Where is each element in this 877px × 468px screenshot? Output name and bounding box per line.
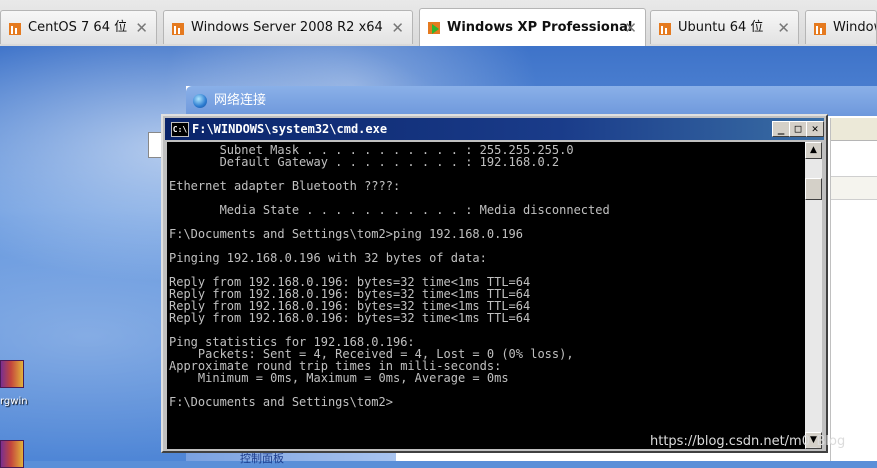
winrar-icon[interactable] [0,360,26,388]
console-line: Default Gateway . . . . . . . . . : 192.… [169,155,560,169]
address-strip [831,176,877,200]
close-button[interactable]: ✕ [806,121,824,137]
close-icon[interactable]: ✕ [391,11,404,45]
cmd-title: F:\WINDOWS\system32\cmd.exe [192,122,388,136]
cmd-window: C:\ F:\WINDOWS\system32\cmd.exe _ □ ✕ Su… [161,114,828,453]
scroll-thumb[interactable] [805,178,822,200]
tab-ubuntu[interactable]: Ubuntu 64 位 ✕ [650,10,799,44]
tab-label: Window [833,20,876,35]
close-icon[interactable]: ✕ [624,9,637,47]
tab-windows-server[interactable]: Windows Server 2008 R2 x64 ✕ [163,10,413,44]
vm-icon [659,23,671,35]
console-icon: C:\ [171,122,189,137]
winrar-icon[interactable] [0,440,26,468]
vm-icon [9,23,21,35]
close-icon[interactable]: ✕ [777,11,790,45]
console-line: Media State . . . . . . . . . . . : Medi… [169,203,610,217]
minimize-button[interactable]: _ [772,121,790,137]
tab-centos[interactable]: CentOS 7 64 位 ✕ [0,10,157,44]
maximize-button[interactable]: □ [789,121,807,137]
window-titlebar[interactable]: 网络连接 [186,86,877,116]
console-line: F:\Documents and Settings\tom2>ping 192.… [169,227,524,241]
watermark: https://blog.csdn.net/m0_Blog [650,434,846,449]
vm-icon [814,23,826,35]
tab-label: CentOS 7 64 位 [28,20,128,35]
tab-label: Windows Server 2008 R2 x64 [191,20,383,35]
scroll-up-button[interactable]: ▲ [805,142,822,159]
console-output[interactable]: Subnet Mask . . . . . . . . . . . : 255.… [167,142,805,449]
vm-tab-bar: CentOS 7 64 位 ✕ Windows Server 2008 R2 x… [0,0,877,47]
vm-icon [172,23,184,35]
vertical-scrollbar[interactable]: ▲ ▼ [805,142,822,449]
tab-windows-more[interactable]: Window [805,10,877,44]
console-line: Pinging 192.168.0.196 with 32 bytes of d… [169,251,487,265]
console-line: Reply from 192.168.0.196: bytes=32 time<… [169,311,531,325]
list-pane [830,118,877,461]
tab-label: Windows XP Professional [447,20,633,35]
console-line: F:\Documents and Settings\tom2> [169,395,393,409]
console-line: Ethernet adapter Bluetooth ????: [169,179,401,193]
desktop-icon-label: rgwin [0,396,28,407]
network-globe-icon [193,94,207,108]
close-icon[interactable]: ✕ [135,11,148,45]
tab-windows-xp[interactable]: Windows XP Professional ✕ [419,8,646,46]
console-text: Subnet Mask . . . . . . . . . . . : 255.… [167,142,805,408]
window-title: 网络连接 [214,93,267,108]
vm-running-icon [428,22,440,34]
cmd-titlebar[interactable]: C:\ F:\WINDOWS\system32\cmd.exe _ □ ✕ [165,118,824,140]
console-line: Minimum = 0ms, Maximum = 0ms, Average = … [169,371,509,385]
toolbar-strip [831,118,877,141]
tab-label: Ubuntu 64 位 [678,20,764,35]
